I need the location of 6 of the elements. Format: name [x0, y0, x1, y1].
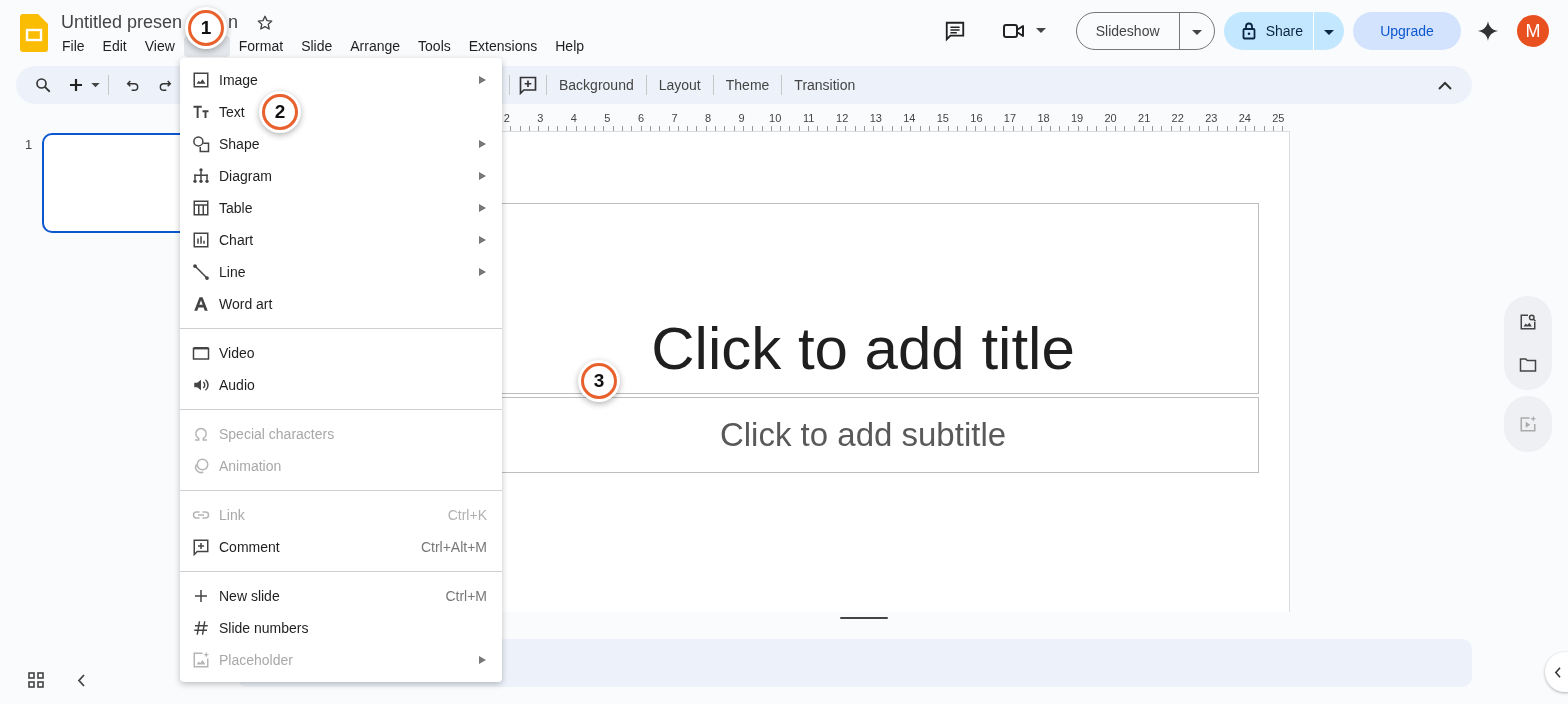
- step-number-tooltip: 2: [262, 94, 298, 130]
- shortcut-text: Ctrl+K: [447, 507, 487, 523]
- slide-number: 1: [25, 137, 33, 154]
- step-number-tooltip: 1: [188, 10, 224, 46]
- step-number-tooltip: 3: [581, 363, 617, 399]
- shortcut-text: Ctrl+M: [445, 588, 487, 604]
